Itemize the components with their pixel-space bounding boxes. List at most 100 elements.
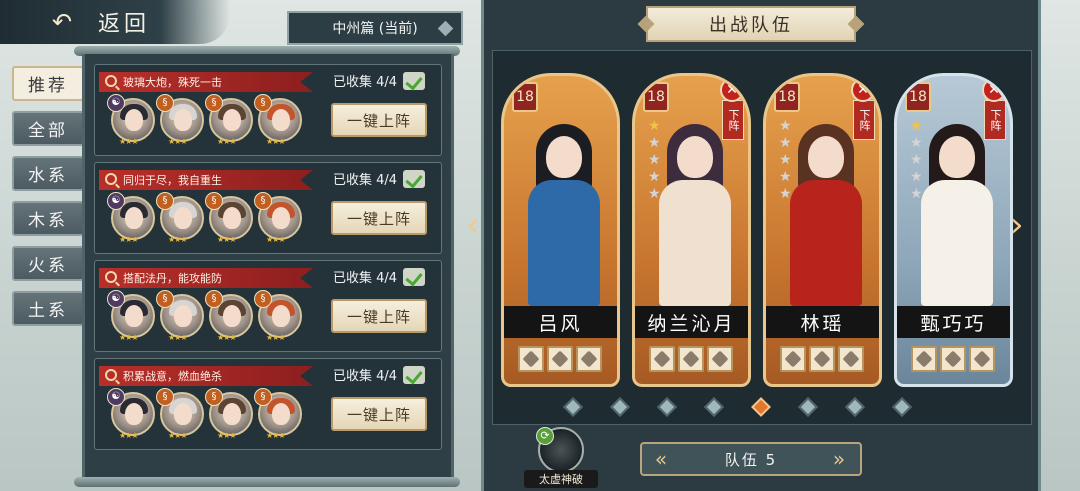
magnifier-icon — [105, 369, 117, 381]
hero-avatar[interactable]: § ★★★ — [205, 94, 253, 146]
hero-face — [125, 207, 143, 229]
team-page-dot[interactable] — [845, 397, 865, 417]
equipment-row — [518, 346, 602, 372]
unseat-button[interactable]: 下阵 — [853, 100, 875, 140]
hero-stars: ★★★ — [217, 333, 236, 342]
hero-avatar[interactable]: § ★★★ — [205, 388, 253, 440]
hero-avatar[interactable]: § ★★★ — [254, 192, 302, 244]
team-page-dot[interactable] — [751, 397, 771, 417]
check-icon — [403, 267, 426, 286]
hero-face — [272, 403, 290, 425]
close-icon[interactable]: ✕ — [720, 78, 744, 102]
equipment-slot-icon[interactable] — [547, 346, 573, 372]
team-page-dot[interactable] — [657, 397, 677, 417]
tab-water[interactable]: 水系 — [12, 156, 84, 191]
next-page-arrow-icon[interactable]: › — [1010, 205, 1032, 245]
unseat-button[interactable]: 下阵 — [984, 100, 1006, 140]
collected-status: 已收集 4/4 — [333, 71, 426, 90]
lineup-title-text: 搭配法丹，能攻能防 — [123, 272, 222, 285]
hero-avatar[interactable]: § ★★★ — [205, 290, 253, 342]
close-icon[interactable]: ✕ — [982, 78, 1006, 102]
hero-name: 吕风 — [504, 306, 617, 338]
one-click-deploy-button[interactable]: 一键上阵 — [331, 103, 427, 137]
tab-all[interactable]: 全部 — [12, 111, 84, 146]
portrait-body — [790, 180, 862, 306]
equipment-slot-icon[interactable] — [969, 346, 995, 372]
check-icon — [403, 71, 426, 90]
team-page-dot[interactable] — [704, 397, 724, 417]
equipment-slot-icon[interactable] — [838, 346, 864, 372]
hero-avatar[interactable]: § ★★★ — [254, 388, 302, 440]
level-badge: 18 — [512, 82, 538, 112]
equipment-slot-icon[interactable] — [649, 346, 675, 372]
lineup-avatars: ☯ ★★★ § ★★★ § ★★★ § ★★★ — [107, 192, 302, 244]
hero-avatar[interactable]: § ★★★ — [156, 290, 204, 342]
lineup-title[interactable]: 搭配法丹，能攻能防 — [99, 268, 313, 288]
level-badge: 18 — [905, 82, 931, 112]
team-page-dot[interactable] — [563, 397, 583, 417]
equipment-slot-icon[interactable] — [809, 346, 835, 372]
refresh-icon[interactable]: ⟳ — [536, 427, 554, 445]
one-click-deploy-button[interactable]: 一键上阵 — [331, 397, 427, 431]
one-click-deploy-button[interactable]: 一键上阵 — [331, 299, 427, 333]
hero-avatar[interactable]: § ★★★ — [254, 290, 302, 342]
hero-stars: ★★★ — [119, 137, 138, 146]
collected-status: 已收集 4/4 — [333, 169, 426, 188]
one-click-deploy-button[interactable]: 一键上阵 — [331, 201, 427, 235]
equipment-slot-icon[interactable] — [940, 346, 966, 372]
hero-avatar[interactable]: § ★★★ — [205, 192, 253, 244]
level-badge: 18 — [643, 82, 669, 112]
lineup-title[interactable]: 积累战意，燃血绝杀 — [99, 366, 313, 386]
prev-page-arrow-icon[interactable]: ‹ — [466, 205, 488, 245]
team-page-dot[interactable] — [892, 397, 912, 417]
equipment-slot-icon[interactable] — [780, 346, 806, 372]
lineup-title[interactable]: 玻璃大炮，殊死一击 — [99, 72, 313, 92]
prev-team-icon[interactable]: « — [650, 447, 674, 471]
lineup-title-text: 玻璃大炮，殊死一击 — [123, 76, 222, 89]
unseat-button[interactable]: 下阵 — [722, 100, 744, 140]
hero-face — [223, 305, 241, 327]
hero-avatar[interactable]: § ★★★ — [156, 388, 204, 440]
tab-recommended[interactable]: 推荐 — [12, 66, 84, 101]
tab-earth[interactable]: 土系 — [12, 291, 84, 326]
team-page-dot[interactable] — [610, 397, 630, 417]
equipment-slot-icon[interactable] — [518, 346, 544, 372]
portrait-body — [528, 180, 600, 306]
equipment-slot-icon[interactable] — [911, 346, 937, 372]
hero-name: 纳兰沁月 — [635, 306, 748, 338]
skill-label: 太虚神破 — [524, 470, 598, 488]
chapter-selector[interactable]: 中州篇 (当前) — [287, 11, 463, 45]
hero-avatar[interactable]: § ★★★ — [156, 192, 204, 244]
formation-skill-button[interactable]: ⟳ — [536, 427, 584, 473]
equipment-slot-icon[interactable] — [576, 346, 602, 372]
back-button[interactable]: ↶ 返回 — [0, 0, 230, 44]
collected-text: 已收集 4/4 — [333, 75, 398, 90]
hero-avatar[interactable]: ☯ ★★★ — [107, 94, 155, 146]
hero-avatar[interactable]: § ★★★ — [254, 94, 302, 146]
equipment-slot-icon[interactable] — [678, 346, 704, 372]
team-page-dot[interactable] — [798, 397, 818, 417]
lineup-title[interactable]: 同归于尽，我自重生 — [99, 170, 313, 190]
hero-card[interactable]: 18 吕风 — [501, 73, 620, 387]
hero-avatar[interactable]: ☯ ★★★ — [107, 290, 155, 342]
equipment-slot-icon[interactable] — [707, 346, 733, 372]
hero-avatar[interactable]: ☯ ★★★ — [107, 192, 155, 244]
hero-avatar[interactable]: ☯ ★★★ — [107, 388, 155, 440]
hero-card[interactable]: 18 ★ ★ ★ ★ ★ ✕ 下阵 甄巧巧 — [894, 73, 1013, 387]
tab-wood[interactable]: 木系 — [12, 201, 84, 236]
hero-stars: ★★★ — [266, 333, 285, 342]
portrait-body — [921, 180, 993, 306]
check-icon — [403, 169, 426, 188]
hero-card[interactable]: 18 ★ ★ ★ ★ ★ ✕ 下阵 纳兰沁月 — [632, 73, 751, 387]
chapter-label: 中州篇 (当前) — [332, 21, 418, 37]
team-cards: 18 吕风 18 ★ ★ ★ ★ ★ ✕ 下阵 纳兰沁月 18 ★ ★ ★ ★ ★ ✕ 下阵 林瑶 18 ★ ★ ★ ★ ★ ✕ 下阵… — [492, 50, 1032, 425]
equipment-row — [911, 346, 995, 372]
hero-stars: ★★★ — [217, 235, 236, 244]
hero-avatar[interactable]: § ★★★ — [156, 94, 204, 146]
close-icon[interactable]: ✕ — [851, 78, 875, 102]
back-label: 返回 — [98, 12, 151, 37]
hero-card[interactable]: 18 ★ ★ ★ ★ ★ ✕ 下阵 林瑶 — [763, 73, 882, 387]
tab-fire[interactable]: 火系 — [12, 246, 84, 281]
next-team-icon[interactable]: » — [828, 447, 852, 471]
portrait-body — [659, 180, 731, 306]
